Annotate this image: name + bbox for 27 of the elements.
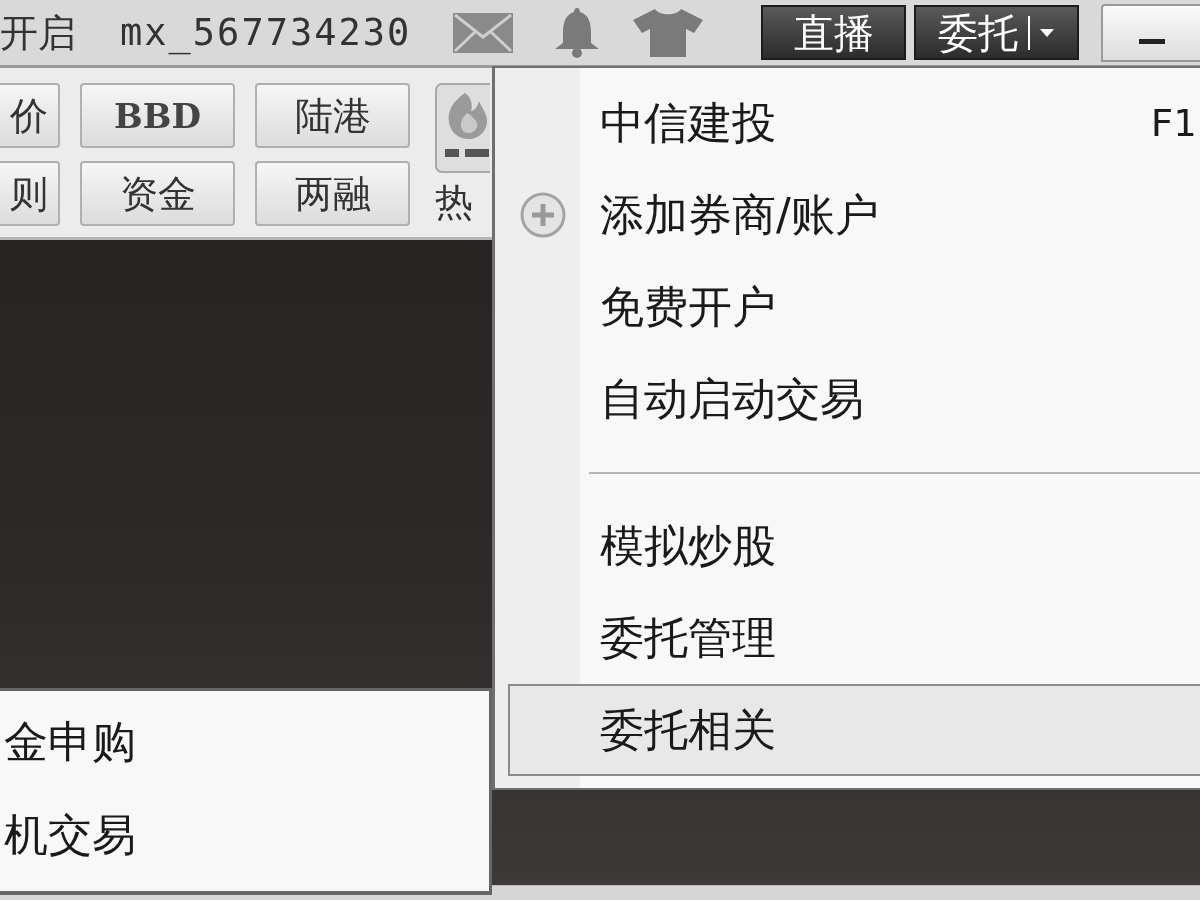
toolbar-button[interactable]: 则	[0, 161, 60, 226]
menu-item[interactable]: 自动启动交易	[495, 353, 1200, 445]
toolbar-button[interactable]: 陆港	[255, 83, 410, 148]
add-circle-icon	[520, 192, 566, 238]
toolbar-button[interactable]: 价	[0, 83, 60, 148]
menu-item[interactable]: 委托管理	[495, 592, 1200, 684]
menu-item[interactable]: 机交易	[0, 788, 489, 881]
menu-item[interactable]: 免费开户	[495, 261, 1200, 353]
caret-icon	[1040, 28, 1055, 37]
menu-item[interactable]: 金申购	[0, 695, 489, 788]
toolbar-button[interactable]: 两融	[255, 161, 410, 226]
toolbar-button[interactable]: 资金	[80, 161, 235, 226]
minimize-icon	[1138, 38, 1165, 44]
dropdown-button[interactable]: 委托	[913, 5, 1080, 60]
menu-item[interactable]: 模拟炒股	[495, 500, 1200, 592]
shortcut-text: F1	[1150, 104, 1197, 142]
t-shirt-icon[interactable]	[633, 8, 704, 57]
menu-item[interactable]: 委托相关	[508, 684, 1200, 776]
toolbar-button[interactable]: BBD	[80, 83, 235, 148]
menu-item[interactable]: 添加券商/账户	[495, 169, 1200, 261]
live-button[interactable]: 直播	[761, 5, 906, 60]
toolbar-label[interactable]: 热	[435, 183, 473, 221]
flame-icon[interactable]	[435, 83, 490, 173]
mail-icon[interactable]	[453, 12, 514, 53]
minimize-button[interactable]	[1101, 3, 1200, 62]
status-text: 开启	[0, 13, 76, 52]
menu-item[interactable]: 中信建投 F1	[495, 77, 1200, 169]
